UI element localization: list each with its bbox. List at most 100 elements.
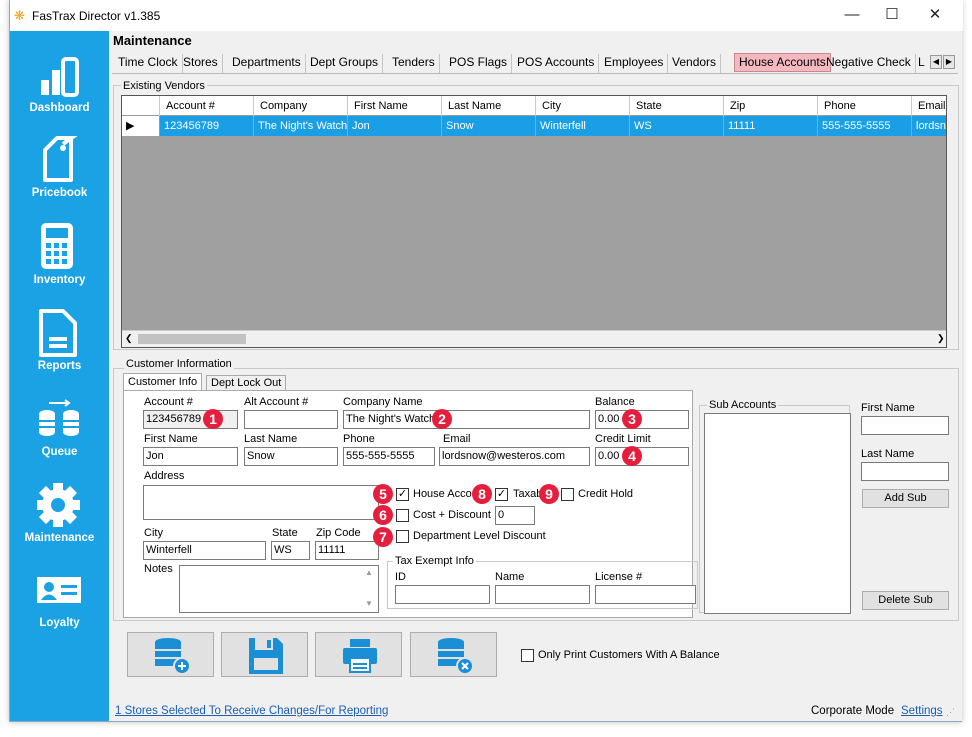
cell-state[interactable]: WS [630, 116, 724, 136]
document-icon [39, 309, 77, 357]
settings-link[interactable]: Settings [901, 705, 943, 717]
sidebar-item-inventory[interactable]: Inventory [10, 223, 109, 309]
only-print-balance-checkbox[interactable] [521, 649, 534, 662]
column-header[interactable]: Zip [724, 96, 818, 116]
zip-field[interactable]: 11111 [315, 541, 379, 560]
cell-zip[interactable]: 11111 [724, 116, 818, 136]
sub-accounts-label: Sub Accounts [707, 399, 779, 411]
column-header[interactable]: City [536, 96, 630, 116]
cell-company[interactable]: The Night's Watch [254, 116, 348, 136]
state-field[interactable]: WS [271, 541, 310, 560]
tab-house-accounts[interactable]: House Accounts [734, 53, 831, 72]
add-sub-button[interactable]: Add Sub [862, 489, 949, 508]
maximize-button[interactable]: ☐ [877, 6, 907, 26]
sidebar-item-queue[interactable]: Queue [10, 398, 109, 484]
tax-license-field[interactable] [595, 585, 696, 604]
email-field[interactable]: lordsnow@westeros.com [439, 447, 590, 466]
column-header[interactable]: State [630, 96, 724, 116]
row-header-corner [122, 96, 160, 116]
column-header[interactable]: Last Name [442, 96, 536, 116]
tab-dept-groups[interactable]: Dept Groups [306, 54, 384, 73]
add-customer-button[interactable] [127, 632, 214, 677]
first-name-field[interactable]: Jon [143, 447, 238, 466]
account-field[interactable]: 123456789 [143, 410, 238, 429]
sidebar-item-dashboard[interactable]: Dashboard [10, 53, 109, 139]
cost-discount-field[interactable]: 0 [495, 506, 535, 525]
tab-departments[interactable]: Departments [228, 54, 306, 73]
resize-grip-icon[interactable]: ⋰ [946, 707, 955, 718]
balance-field[interactable]: 0.00 [595, 410, 689, 429]
company-field[interactable]: The Night's Watch [343, 410, 590, 429]
tab-pos-accounts[interactable]: POS Accounts [513, 54, 600, 73]
last-name-field[interactable]: Snow [244, 447, 338, 466]
tab-stores[interactable]: Stores [179, 54, 223, 73]
phone-field[interactable]: 555-555-5555 [343, 447, 435, 466]
taxable-checkbox[interactable]: ✓ [495, 488, 508, 501]
alt-account-field[interactable] [244, 410, 338, 429]
sub-last-name-field[interactable] [861, 462, 949, 481]
tab-time-clock[interactable]: Time Clock [114, 54, 183, 73]
notes-field[interactable] [179, 565, 379, 613]
save-button[interactable] [221, 632, 308, 677]
cell-email[interactable]: lordsnow [912, 116, 946, 136]
tax-license-label: License # [595, 571, 643, 583]
sub-accounts-list[interactable] [704, 413, 851, 614]
sidebar-item-maintenance[interactable]: Maintenance [10, 482, 109, 568]
cell-last-name[interactable]: Snow [442, 116, 536, 136]
tab-employees[interactable]: Employees [600, 54, 669, 73]
callout-badge-3: 3 [622, 409, 642, 429]
column-header[interactable]: Account # [160, 96, 254, 116]
tab-customer-info[interactable]: Customer Info [123, 373, 203, 391]
sidebar-item-reports[interactable]: Reports [10, 309, 109, 395]
notes-scroll-up-icon[interactable]: ▲ [365, 568, 373, 577]
print-button[interactable] [315, 632, 402, 677]
delete-customer-button[interactable] [410, 632, 497, 677]
horizontal-scrollbar[interactable]: ❮ ❯ [122, 330, 946, 347]
sub-first-name-field[interactable] [861, 416, 949, 435]
column-header[interactable]: Phone [818, 96, 912, 116]
cell-account[interactable]: 123456789 [160, 116, 254, 136]
maintenance-tabs: Time Clock Stores Departments Dept Group… [112, 52, 958, 74]
app-logo-icon: ❋ [14, 8, 25, 23]
tab-scroll-right-icon[interactable]: ▶ [943, 55, 955, 69]
tab-negative-check[interactable]: Negative Check [822, 54, 916, 73]
dept-level-discount-checkbox[interactable] [396, 530, 409, 543]
tax-id-field[interactable] [395, 585, 490, 604]
cell-first-name[interactable]: Jon [348, 116, 442, 136]
scroll-thumb[interactable] [138, 334, 246, 344]
tab-vendors[interactable]: Vendors [668, 54, 722, 73]
delete-sub-button[interactable]: Delete Sub [862, 591, 949, 610]
column-header[interactable]: First Name [348, 96, 442, 116]
tab-pos-flags[interactable]: POS Flags [445, 54, 513, 73]
column-header[interactable]: Email [912, 96, 946, 116]
table-row[interactable]: ▶ 123456789 The Night's Watch Jon Snow W… [122, 116, 946, 136]
house-account-checkbox[interactable]: ✓ [396, 488, 409, 501]
cost-discount-checkbox[interactable] [396, 509, 409, 522]
callout-badge-6: 6 [373, 505, 393, 525]
credit-hold-checkbox[interactable] [561, 488, 574, 501]
close-button[interactable]: ✕ [920, 6, 950, 26]
sidebar-label: Maintenance [24, 532, 95, 544]
minimize-button[interactable]: — [837, 6, 867, 26]
tab-overflow[interactable]: L [914, 54, 929, 73]
stores-selected-link[interactable]: 1 Stores Selected To Receive Changes/For… [115, 705, 388, 717]
company-label: Company Name [343, 396, 423, 408]
customers-grid: Account # Company First Name Last Name C… [121, 95, 947, 348]
scroll-right-icon[interactable]: ❯ [937, 333, 945, 344]
bar-chart-icon [41, 57, 79, 97]
address-field[interactable] [143, 485, 379, 520]
tab-scroll-left-icon[interactable]: ◀ [930, 55, 942, 69]
sidebar-item-loyalty[interactable]: Loyalty [10, 575, 109, 661]
tax-name-field[interactable] [495, 585, 590, 604]
sidebar-item-pricebook[interactable]: Pricebook [10, 136, 109, 222]
cell-city[interactable]: Winterfell [536, 116, 630, 136]
tab-dept-lock-out[interactable]: Dept Lock Out [206, 375, 287, 391]
scroll-left-icon[interactable]: ❮ [125, 333, 133, 344]
column-header[interactable]: Company [254, 96, 348, 116]
tab-tenders[interactable]: Tenders [388, 54, 440, 73]
city-field[interactable]: Winterfell [143, 541, 266, 560]
credit-limit-field[interactable]: 0.00 [595, 447, 689, 466]
cell-phone[interactable]: 555-555-5555 [818, 116, 912, 136]
notes-scroll-down-icon[interactable]: ▼ [365, 599, 373, 608]
phone-label: Phone [343, 433, 375, 445]
